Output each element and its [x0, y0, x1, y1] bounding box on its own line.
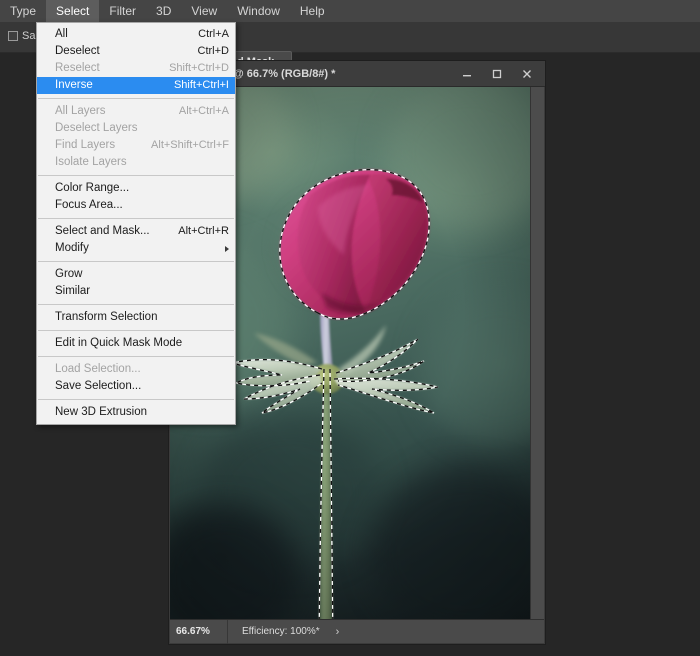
- menu-item-label: Save Selection...: [55, 380, 142, 392]
- menu-bar: Type Select Filter 3D View Window Help: [0, 0, 700, 22]
- menu-item-grow[interactable]: Grow: [37, 266, 235, 283]
- menu-select[interactable]: Select: [46, 0, 100, 22]
- menu-item-edit-in-quick-mask-mode[interactable]: Edit in Quick Mask Mode: [37, 335, 235, 352]
- menu-item-label: Find Layers: [55, 139, 116, 151]
- submenu-arrow-icon: [225, 245, 229, 252]
- menu-window[interactable]: Window: [227, 0, 290, 22]
- menu-separator: [38, 261, 234, 262]
- menu-separator: [38, 330, 234, 331]
- menu-item-label: Load Selection...: [55, 363, 141, 375]
- menu-item-all-layers: All Layers Alt+Ctrl+A: [37, 103, 235, 120]
- document-title: @ 66.7% (RGB/8#) *: [233, 68, 336, 80]
- menu-item-label: Color Range...: [55, 182, 130, 194]
- checkbox-box-icon: [8, 31, 18, 41]
- menu-3d[interactable]: 3D: [146, 0, 181, 22]
- menu-item-find-layers: Find Layers Alt+Shift+Ctrl+F: [37, 137, 235, 154]
- photoshop-window: Type Select Filter 3D View Window Help S…: [0, 0, 700, 656]
- status-efficiency: Efficiency: 100%*: [242, 625, 320, 637]
- menu-separator: [38, 175, 234, 176]
- menu-item-label: Inverse: [55, 79, 93, 91]
- menu-item-load-selection: Load Selection...: [37, 361, 235, 378]
- status-expand-chevron-icon[interactable]: ›: [336, 620, 340, 644]
- menu-item-label: Deselect: [55, 45, 100, 57]
- menu-item-all[interactable]: All Ctrl+A: [37, 26, 235, 43]
- menu-item-label: Similar: [55, 285, 91, 297]
- menu-separator: [38, 218, 234, 219]
- menu-item-shortcut: Alt+Ctrl+A: [178, 105, 229, 117]
- menu-help[interactable]: Help: [290, 0, 335, 22]
- menu-item-shortcut: Ctrl+A: [198, 28, 229, 40]
- menu-separator: [38, 304, 234, 305]
- menu-item-label: Edit in Quick Mask Mode: [55, 337, 183, 349]
- menu-item-label: Focus Area...: [55, 199, 123, 211]
- menu-item-focus-area[interactable]: Focus Area...: [37, 197, 235, 214]
- menu-view[interactable]: View: [181, 0, 227, 22]
- close-icon[interactable]: [513, 63, 541, 85]
- menu-separator: [38, 98, 234, 99]
- canvas-vertical-scrollbar[interactable]: [530, 87, 544, 619]
- menu-item-modify[interactable]: Modify: [37, 240, 235, 257]
- menu-item-isolate-layers: Isolate Layers: [37, 154, 235, 171]
- menu-item-inverse[interactable]: Inverse Shift+Ctrl+I: [37, 77, 235, 94]
- menu-item-transform-selection[interactable]: Transform Selection: [37, 309, 235, 326]
- menu-item-label: Reselect: [55, 62, 100, 74]
- menu-item-deselect[interactable]: Deselect Ctrl+D: [37, 43, 235, 60]
- status-zoom-level[interactable]: 66.67%: [170, 619, 228, 644]
- menu-item-reselect: Reselect Shift+Ctrl+D: [37, 60, 235, 77]
- menu-item-label: Modify: [55, 242, 89, 254]
- menu-item-shortcut: Alt+Ctrl+R: [178, 225, 229, 237]
- menu-item-shortcut: Alt+Shift+Ctrl+F: [151, 139, 229, 151]
- maximize-icon[interactable]: [483, 63, 511, 85]
- menu-item-save-selection[interactable]: Save Selection...: [37, 378, 235, 395]
- menu-item-label: Select and Mask...: [55, 225, 150, 237]
- minimize-icon[interactable]: [453, 63, 481, 85]
- select-dropdown-menu: All Ctrl+A Deselect Ctrl+D Reselect Shif…: [36, 22, 236, 425]
- menu-item-new-3d-extrusion[interactable]: New 3D Extrusion: [37, 404, 235, 421]
- menu-item-similar[interactable]: Similar: [37, 283, 235, 300]
- menu-item-shortcut: Shift+Ctrl+I: [173, 79, 229, 91]
- menu-item-label: Transform Selection: [55, 311, 158, 323]
- menu-item-label: New 3D Extrusion: [55, 406, 148, 418]
- menu-item-shortcut: Shift+Ctrl+D: [169, 62, 229, 74]
- menu-item-label: Deselect Layers: [55, 122, 138, 134]
- menu-item-color-range[interactable]: Color Range...: [37, 180, 235, 197]
- menu-type[interactable]: Type: [0, 0, 46, 22]
- menu-item-label: Grow: [55, 268, 83, 280]
- menu-filter[interactable]: Filter: [99, 0, 146, 22]
- menu-item-deselect-layers: Deselect Layers: [37, 120, 235, 137]
- menu-item-label: Isolate Layers: [55, 156, 127, 168]
- menu-item-label: All: [55, 28, 68, 40]
- window-controls: [453, 61, 541, 87]
- document-status-bar: 66.67% Efficiency: 100%* ›: [170, 619, 544, 644]
- menu-separator: [38, 356, 234, 357]
- menu-item-select-and-mask[interactable]: Select and Mask... Alt+Ctrl+R: [37, 223, 235, 240]
- menu-item-shortcut: Ctrl+D: [197, 45, 229, 57]
- menu-item-label: All Layers: [55, 105, 106, 117]
- menu-separator: [38, 399, 234, 400]
